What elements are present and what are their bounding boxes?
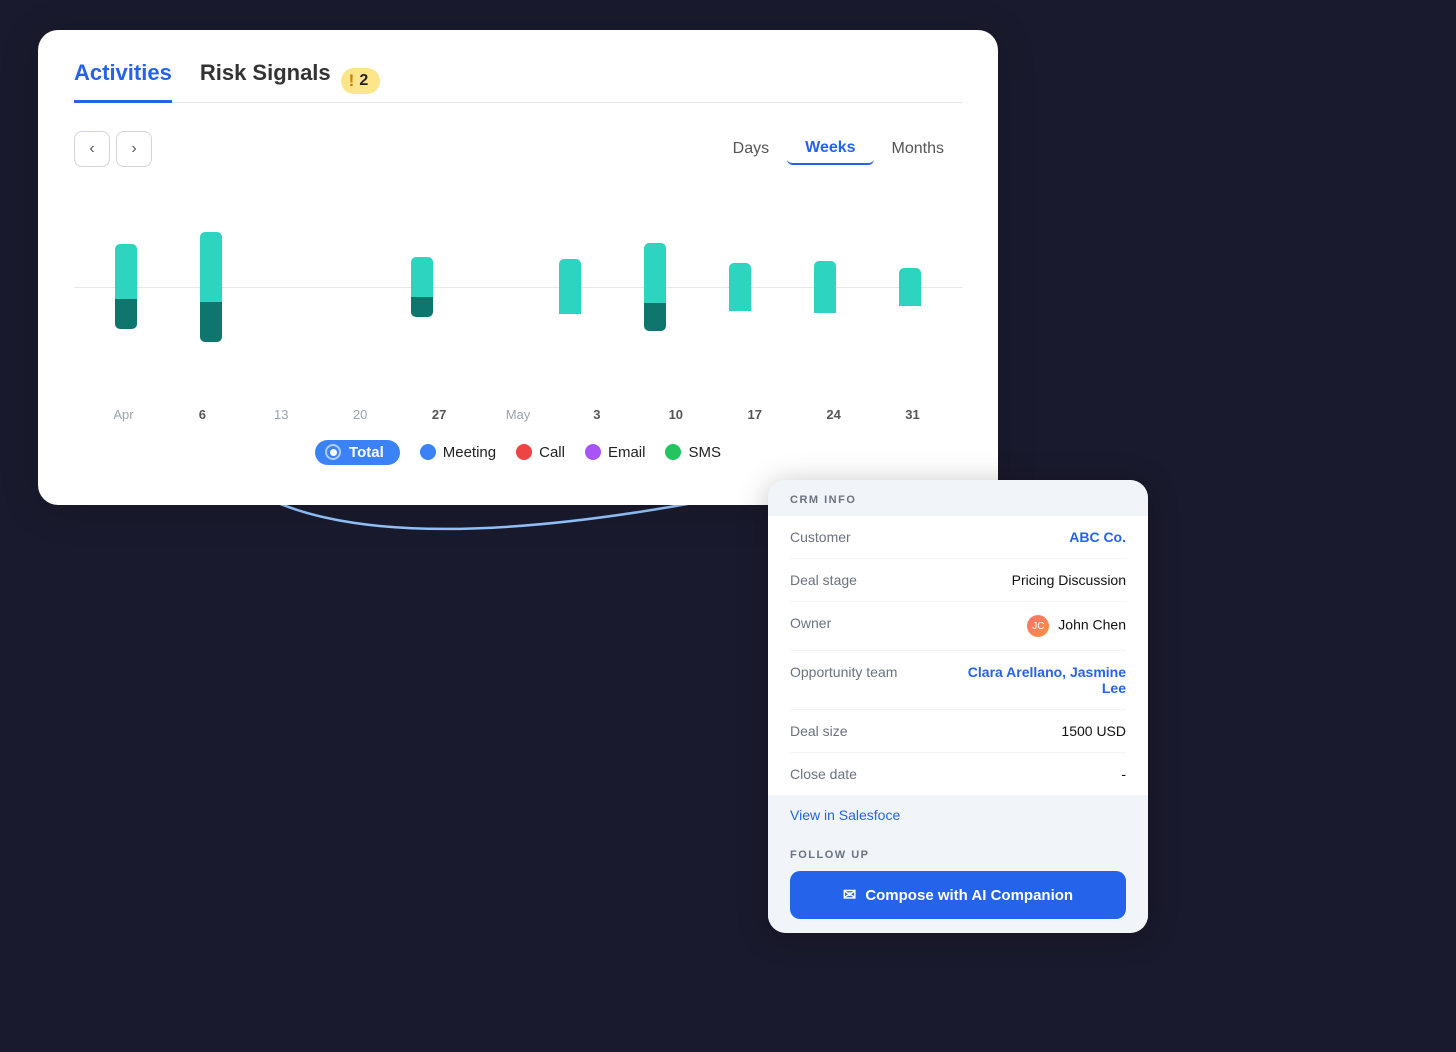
tab-risk-signals[interactable]: Risk Signals [200,60,331,103]
legend-sms-label: SMS [688,444,721,461]
crm-owner-label: Owner [790,615,920,631]
bar-upper-6 [559,259,581,314]
prev-button[interactable]: ‹ [74,131,110,167]
bar-upper-4 [411,257,433,297]
period-months[interactable]: Months [874,133,962,165]
bar-lower-0 [115,299,137,329]
x-label-apr: Apr [105,407,141,422]
crm-deal-size-value: 1500 USD [1061,723,1126,739]
view-in-salesforce-link[interactable]: View in Salesfoce [790,807,900,823]
x-label-31: 31 [895,407,931,422]
follow-up-header: FOLLOW UP [790,849,1126,861]
x-label-6: 6 [184,407,220,422]
crm-owner-value: JC John Chen [1027,615,1126,637]
crm-card: CRM INFO Customer ABC Co. Deal stage Pri… [768,480,1148,933]
x-label-13: 13 [263,407,299,422]
bar-group-3 [559,177,581,397]
tab-activities[interactable]: Activities [74,60,172,103]
bar-upper-1 [200,232,222,302]
risk-exclamation-icon: ! [349,71,355,91]
bar-lower-1 [200,302,222,342]
x-label-may: May [500,407,536,422]
crm-customer-value[interactable]: ABC Co. [1069,529,1126,545]
legend-meeting[interactable]: Meeting [420,444,496,461]
crm-row-customer: Customer ABC Co. [790,516,1126,559]
crm-deal-size-label: Deal size [790,723,920,739]
legend-total-label: Total [349,444,384,461]
crm-rows: Customer ABC Co. Deal stage Pricing Disc… [768,516,1148,795]
owner-avatar: JC [1027,615,1049,637]
x-labels: Apr 6 13 20 27 May 3 10 17 24 31 [74,407,962,422]
compose-label: Compose with AI Companion [865,887,1073,904]
bar-upper-10 [899,268,921,306]
crm-row-owner: Owner JC John Chen [790,602,1126,651]
bar-upper-8 [729,263,751,311]
crm-close-date-label: Close date [790,766,920,782]
crm-section-header: CRM INFO [768,480,1148,516]
tabs-row: Activities Risk Signals ! 2 [74,60,962,103]
period-row: ‹ › Days Weeks Months [74,131,962,167]
legend-meeting-label: Meeting [443,444,496,461]
crm-row-deal-size: Deal size 1500 USD [790,710,1126,753]
bar-group-apr [115,177,137,397]
crm-deal-stage-value: Pricing Discussion [1012,572,1126,588]
period-options: Days Weeks Months [715,133,962,165]
bar-upper-7 [644,243,666,303]
bar-upper-0 [115,244,137,299]
crm-opp-team-label: Opportunity team [790,664,920,680]
crm-deal-stage-label: Deal stage [790,572,920,588]
bar-lower-7 [644,303,666,331]
bar-group-6 [200,177,222,397]
legend-email[interactable]: Email [585,444,646,461]
compose-button[interactable]: ✉ Compose with AI Companion [790,871,1126,919]
period-days[interactable]: Days [715,133,787,165]
next-button[interactable]: › [116,131,152,167]
bar-lower-4 [411,297,433,317]
crm-customer-label: Customer [790,529,920,545]
risk-badge: ! 2 [341,68,381,94]
chart-columns [74,177,962,397]
chart-legend: Total Meeting Call Email SMS [74,440,962,465]
nav-buttons: ‹ › [74,131,152,167]
bar-group-27 [411,177,433,397]
period-weeks[interactable]: Weeks [787,133,873,165]
legend-total[interactable]: Total [315,440,400,465]
activities-card: Activities Risk Signals ! 2 ‹ › Days Wee… [38,30,998,505]
crm-link-row: View in Salesfoce [768,795,1148,839]
legend-sms-dot [665,444,681,460]
crm-row-close-date: Close date - [790,753,1126,795]
legend-sms[interactable]: SMS [665,444,721,461]
crm-close-date-value: - [1121,766,1126,782]
bar-group-24 [814,177,836,397]
legend-call[interactable]: Call [516,444,565,461]
x-label-3: 3 [579,407,615,422]
legend-call-dot [516,444,532,460]
legend-email-dot [585,444,601,460]
crm-opp-team-value: Clara Arellano, Jasmine Lee [946,664,1126,696]
legend-call-label: Call [539,444,565,461]
crm-row-deal-stage: Deal stage Pricing Discussion [790,559,1126,602]
x-label-20: 20 [342,407,378,422]
x-label-17: 17 [737,407,773,422]
x-label-10: 10 [658,407,694,422]
x-label-27: 27 [421,407,457,422]
bar-group-31 [899,177,921,397]
legend-meeting-dot [420,444,436,460]
risk-count: 2 [359,72,368,90]
chart-area [74,177,962,397]
compose-icon: ✉ [843,885,856,905]
bar-group-17 [729,177,751,397]
crm-row-opp-team: Opportunity team Clara Arellano, Jasmine… [790,651,1126,710]
bar-upper-9 [814,261,836,313]
bar-group-10 [644,177,666,397]
x-label-24: 24 [816,407,852,422]
follow-section: FOLLOW UP ✉ Compose with AI Companion [768,839,1148,933]
legend-email-label: Email [608,444,646,461]
